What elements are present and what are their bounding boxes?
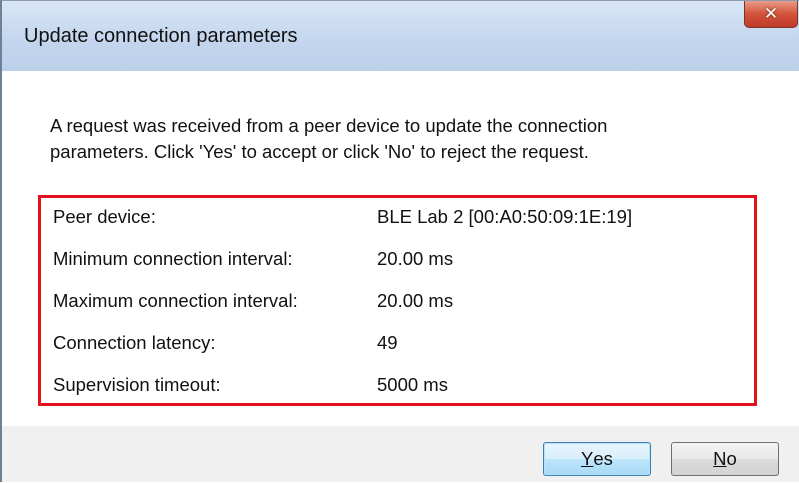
close-icon: ✕ bbox=[763, 4, 779, 24]
dialog-title: Update connection parameters bbox=[24, 25, 298, 47]
yes-button-label-rest: es bbox=[593, 448, 613, 469]
parameters-highlight-box: Peer device: BLE Lab 2 [00:A0:50:09:1E:1… bbox=[38, 195, 757, 406]
param-label: Minimum connection interval: bbox=[53, 248, 293, 269]
param-value: 5000 ms bbox=[377, 374, 448, 395]
param-value: 20.00 ms bbox=[377, 248, 454, 269]
dialog-footer: Yes No bbox=[2, 426, 799, 482]
request-message: A request was received from a peer devic… bbox=[50, 113, 790, 165]
dialog-window: Update connection parameters ✕ A request… bbox=[0, 0, 799, 482]
yes-button-mnemonic: Y bbox=[581, 448, 594, 469]
message-line-2: parameters. Click 'Yes' to accept or cli… bbox=[50, 141, 589, 162]
param-label: Maximum connection interval: bbox=[53, 290, 298, 311]
yes-button[interactable]: Yes bbox=[543, 442, 651, 476]
param-value: BLE Lab 2 [00:A0:50:09:1E:19] bbox=[377, 206, 633, 227]
param-label: Connection latency: bbox=[53, 332, 216, 353]
no-button[interactable]: No bbox=[671, 442, 779, 476]
no-button-label-rest: o bbox=[726, 448, 737, 469]
param-label: Peer device: bbox=[53, 206, 156, 227]
close-button[interactable]: ✕ bbox=[744, 1, 798, 28]
no-button-mnemonic: N bbox=[713, 448, 727, 469]
dialog-body: A request was received from a peer devic… bbox=[2, 71, 799, 482]
message-line-1: A request was received from a peer devic… bbox=[50, 115, 608, 136]
param-value: 49 bbox=[377, 332, 398, 353]
param-value: 20.00 ms bbox=[377, 290, 454, 311]
title-bar[interactable]: Update connection parameters ✕ bbox=[2, 1, 799, 71]
param-label: Supervision timeout: bbox=[53, 374, 221, 395]
